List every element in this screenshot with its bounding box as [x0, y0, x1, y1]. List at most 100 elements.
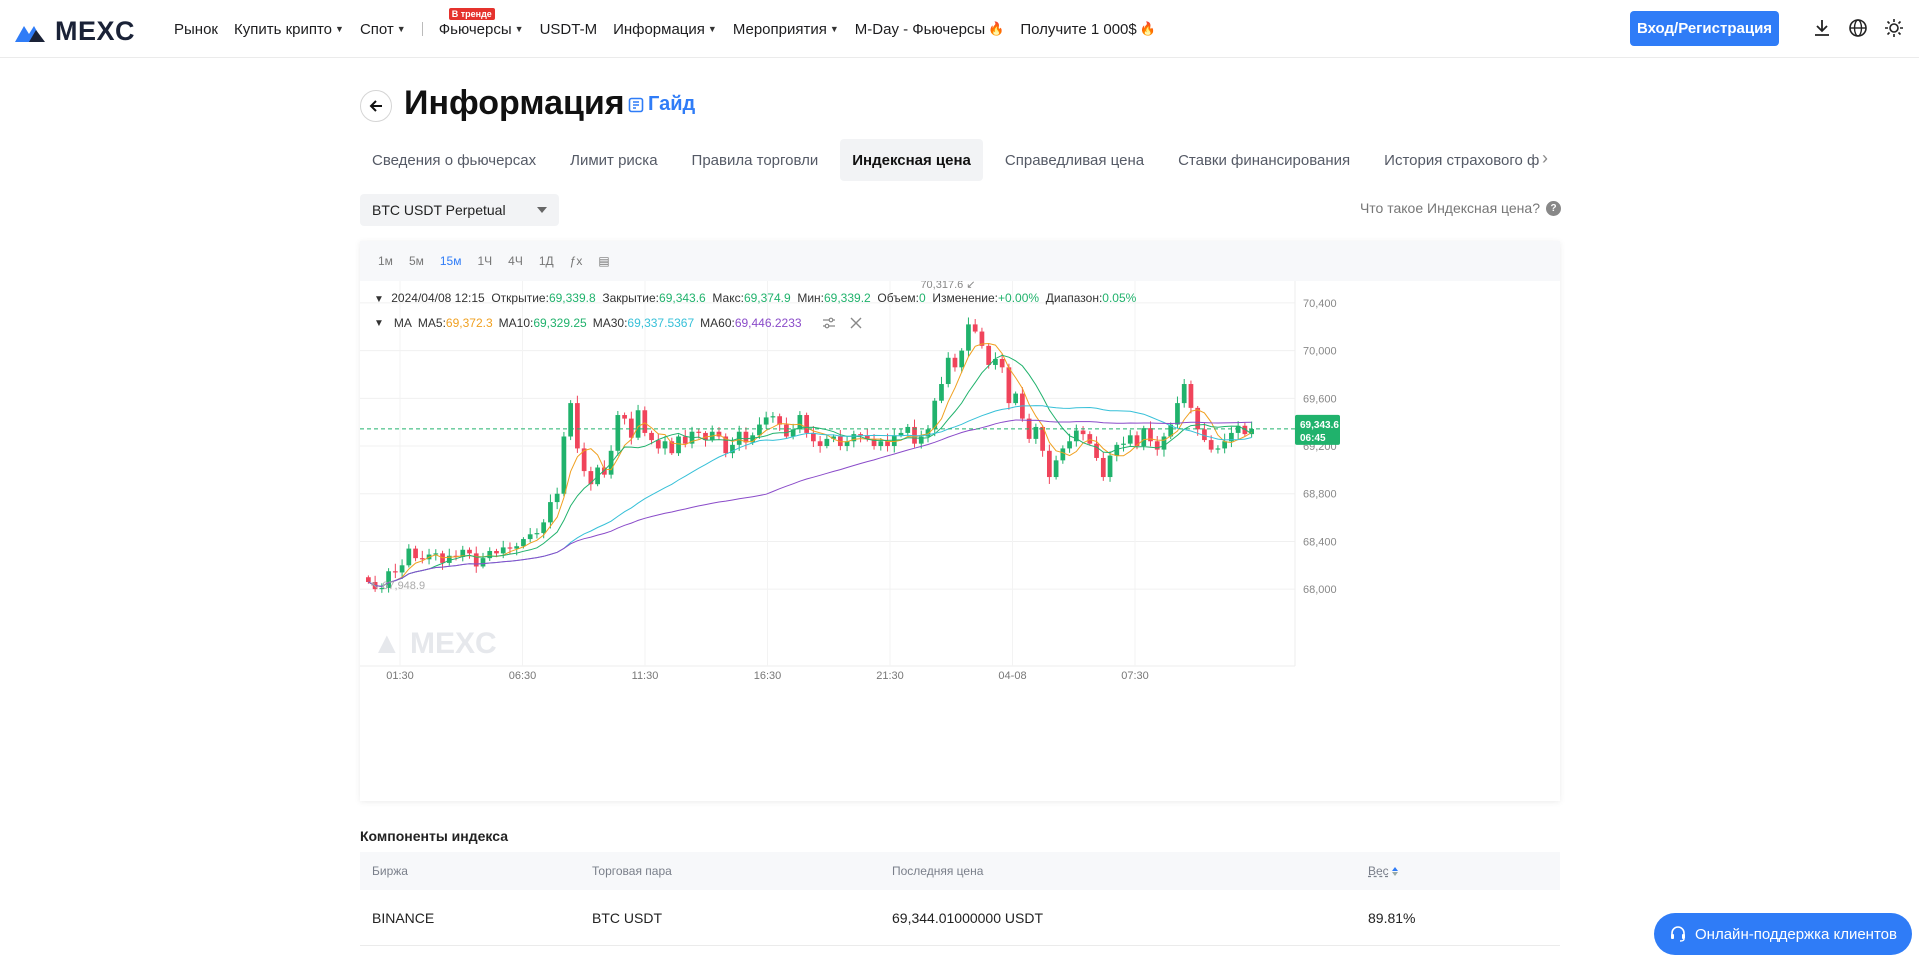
candle-body	[905, 426, 911, 433]
timeframe-button[interactable]: 15м	[432, 254, 470, 268]
chevron-down-icon	[537, 207, 547, 213]
back-button[interactable]	[360, 90, 392, 122]
globe-icon[interactable]	[1848, 18, 1868, 38]
timeframe-button[interactable]: 4Ч	[500, 254, 531, 268]
nav-label: Получите 1 000$	[1020, 20, 1137, 38]
nav-item-header-nav-0[interactable]: Рынок	[166, 0, 226, 58]
nav-item-header-nav-2[interactable]: Спот ▼	[352, 0, 414, 58]
candle-body	[662, 441, 668, 449]
top-navbar: MEXC Рынок Купить крипто ▼ Спот ▼ В тренде Фью…	[0, 0, 1919, 58]
nav-divider	[421, 22, 423, 36]
ma30-line	[368, 405, 1252, 587]
x-tick-label: 21:30	[876, 670, 904, 682]
tab-5[interactable]: Ставки финансирования	[1166, 139, 1372, 181]
candle-body	[1060, 448, 1066, 461]
candle-body	[1006, 367, 1012, 404]
contract-select[interactable]: BTC USDT Perpetual	[360, 194, 559, 226]
tab-2[interactable]: Правила торговли	[680, 139, 841, 181]
ma10-value: 69,329.25	[533, 316, 587, 330]
nav-item-header-nav_right-5[interactable]: Получите 1 000$ 🔥	[1012, 0, 1164, 58]
tab-0[interactable]: Сведения о фьючерсах	[360, 139, 558, 181]
candle-body	[500, 547, 506, 554]
candle-body	[392, 571, 398, 573]
candlestick-chart-svg[interactable]: 70,40070,00069,60069,20068,80068,40068,0…	[360, 281, 1560, 801]
candle-body	[1046, 450, 1052, 478]
timeframe-button[interactable]: 1Ч	[469, 254, 500, 268]
candle-body	[986, 345, 992, 365]
contract-select-value: BTC USDT Perpetual	[372, 202, 506, 218]
tabs-scroll-right-icon[interactable]: ›	[1542, 148, 1548, 169]
guide-book-icon	[628, 97, 644, 112]
max-price-marker: 70,317.6 ↙	[920, 281, 975, 291]
low-value: 69,339.2	[824, 291, 871, 305]
question-icon: ?	[1546, 200, 1561, 216]
candle-body	[972, 324, 978, 332]
headset-icon	[1671, 926, 1686, 942]
ma-close-icon[interactable]	[850, 317, 862, 329]
guide-link[interactable]: Гайд	[628, 93, 695, 116]
caret-down-icon: ▼	[335, 24, 344, 34]
candle-body	[487, 550, 493, 559]
ma-settings-icon[interactable]	[822, 317, 836, 329]
candle-body	[494, 550, 499, 554]
range-label: Диапазон:	[1045, 291, 1103, 305]
theme-sun-icon[interactable]	[1884, 18, 1904, 38]
candle-body	[554, 493, 560, 503]
caret-down-icon: ▼	[707, 24, 717, 34]
ma5-label: MA5:	[417, 316, 446, 330]
collapse-chevron-icon[interactable]: ▼	[374, 294, 384, 305]
chart-settings-icon[interactable]: ▤	[590, 254, 617, 268]
nav-label: M-Day - Фьючерсы	[854, 20, 986, 38]
sort-icon	[1391, 866, 1398, 876]
candle-body	[945, 357, 951, 385]
download-icon[interactable]	[1812, 18, 1832, 38]
tab-1[interactable]: Лимит риска	[558, 139, 679, 181]
candle-body	[676, 436, 681, 454]
high-label: Макс:	[712, 291, 744, 305]
nav-item-header-nav_right-1[interactable]: USDT-M	[532, 0, 606, 58]
timeframe-button[interactable]: 1Д	[531, 254, 562, 268]
candle-body	[615, 415, 621, 451]
timeframe-button[interactable]: 1м	[370, 254, 401, 268]
mexc-logo-icon	[15, 25, 45, 42]
high-value: 69,374.9	[743, 291, 791, 305]
nav-item-header-nav_right-3[interactable]: Мероприятия ▼	[725, 0, 847, 58]
online-support-button[interactable]: Онлайн-поддержка клиентов	[1654, 913, 1912, 955]
y-tick-label: 68,400	[1303, 536, 1337, 548]
candle-body	[1087, 434, 1093, 444]
candle-body	[622, 415, 627, 419]
candle-body	[952, 357, 958, 368]
candle-body	[480, 558, 486, 567]
login-register-button[interactable]: Вход/Регистрация	[1630, 11, 1779, 46]
what-is-index-price-link[interactable]: Что такое Индексная цена? ?	[1360, 200, 1561, 216]
header-weight[interactable]: Вес	[1368, 864, 1560, 878]
header-last-price: Последняя цена	[892, 864, 984, 878]
change-label: Изменение:	[932, 291, 999, 305]
candle-body	[635, 410, 641, 438]
volume-label: Объем:	[877, 291, 919, 305]
tab-3[interactable]: Индексная цена	[840, 139, 983, 181]
mexc-logo[interactable]: MEXC	[15, 16, 135, 47]
x-tick-label: 07:30	[1121, 670, 1149, 682]
nav-item-header-nav-1[interactable]: Купить крипто ▼	[226, 0, 352, 58]
guide-label: Гайд	[648, 93, 696, 115]
countdown-label: 06:45	[1300, 433, 1326, 444]
tab-4[interactable]: Справедливая цена	[993, 139, 1166, 181]
x-tick-label: 16:30	[754, 670, 782, 682]
candle-body	[999, 358, 1005, 368]
x-tick-label: 01:30	[386, 670, 414, 682]
candle-body	[628, 418, 634, 438]
timeframe-button[interactable]: 5м	[401, 254, 432, 268]
candle-body	[1188, 384, 1194, 408]
nav-item-header-nav_right-4[interactable]: M-Day - Фьючерсы 🔥	[847, 0, 1013, 58]
indicators-icon[interactable]: ƒx	[562, 254, 591, 268]
collapse-chevron-icon[interactable]: ▼	[374, 318, 384, 329]
tab-6[interactable]: История страхового ф	[1372, 139, 1560, 181]
nav-item-header-nav_right-2[interactable]: Информация ▼	[605, 0, 725, 58]
row-pair: BTC USDT	[592, 909, 662, 926]
change-value: +0.00%	[998, 291, 1040, 305]
y-tick-label: 70,000	[1303, 346, 1337, 358]
candle-body	[1215, 448, 1221, 450]
nav-item-header-nav_right-0[interactable]: В тренде Фьючерсы ▼	[431, 0, 532, 58]
candle-body	[959, 350, 965, 368]
